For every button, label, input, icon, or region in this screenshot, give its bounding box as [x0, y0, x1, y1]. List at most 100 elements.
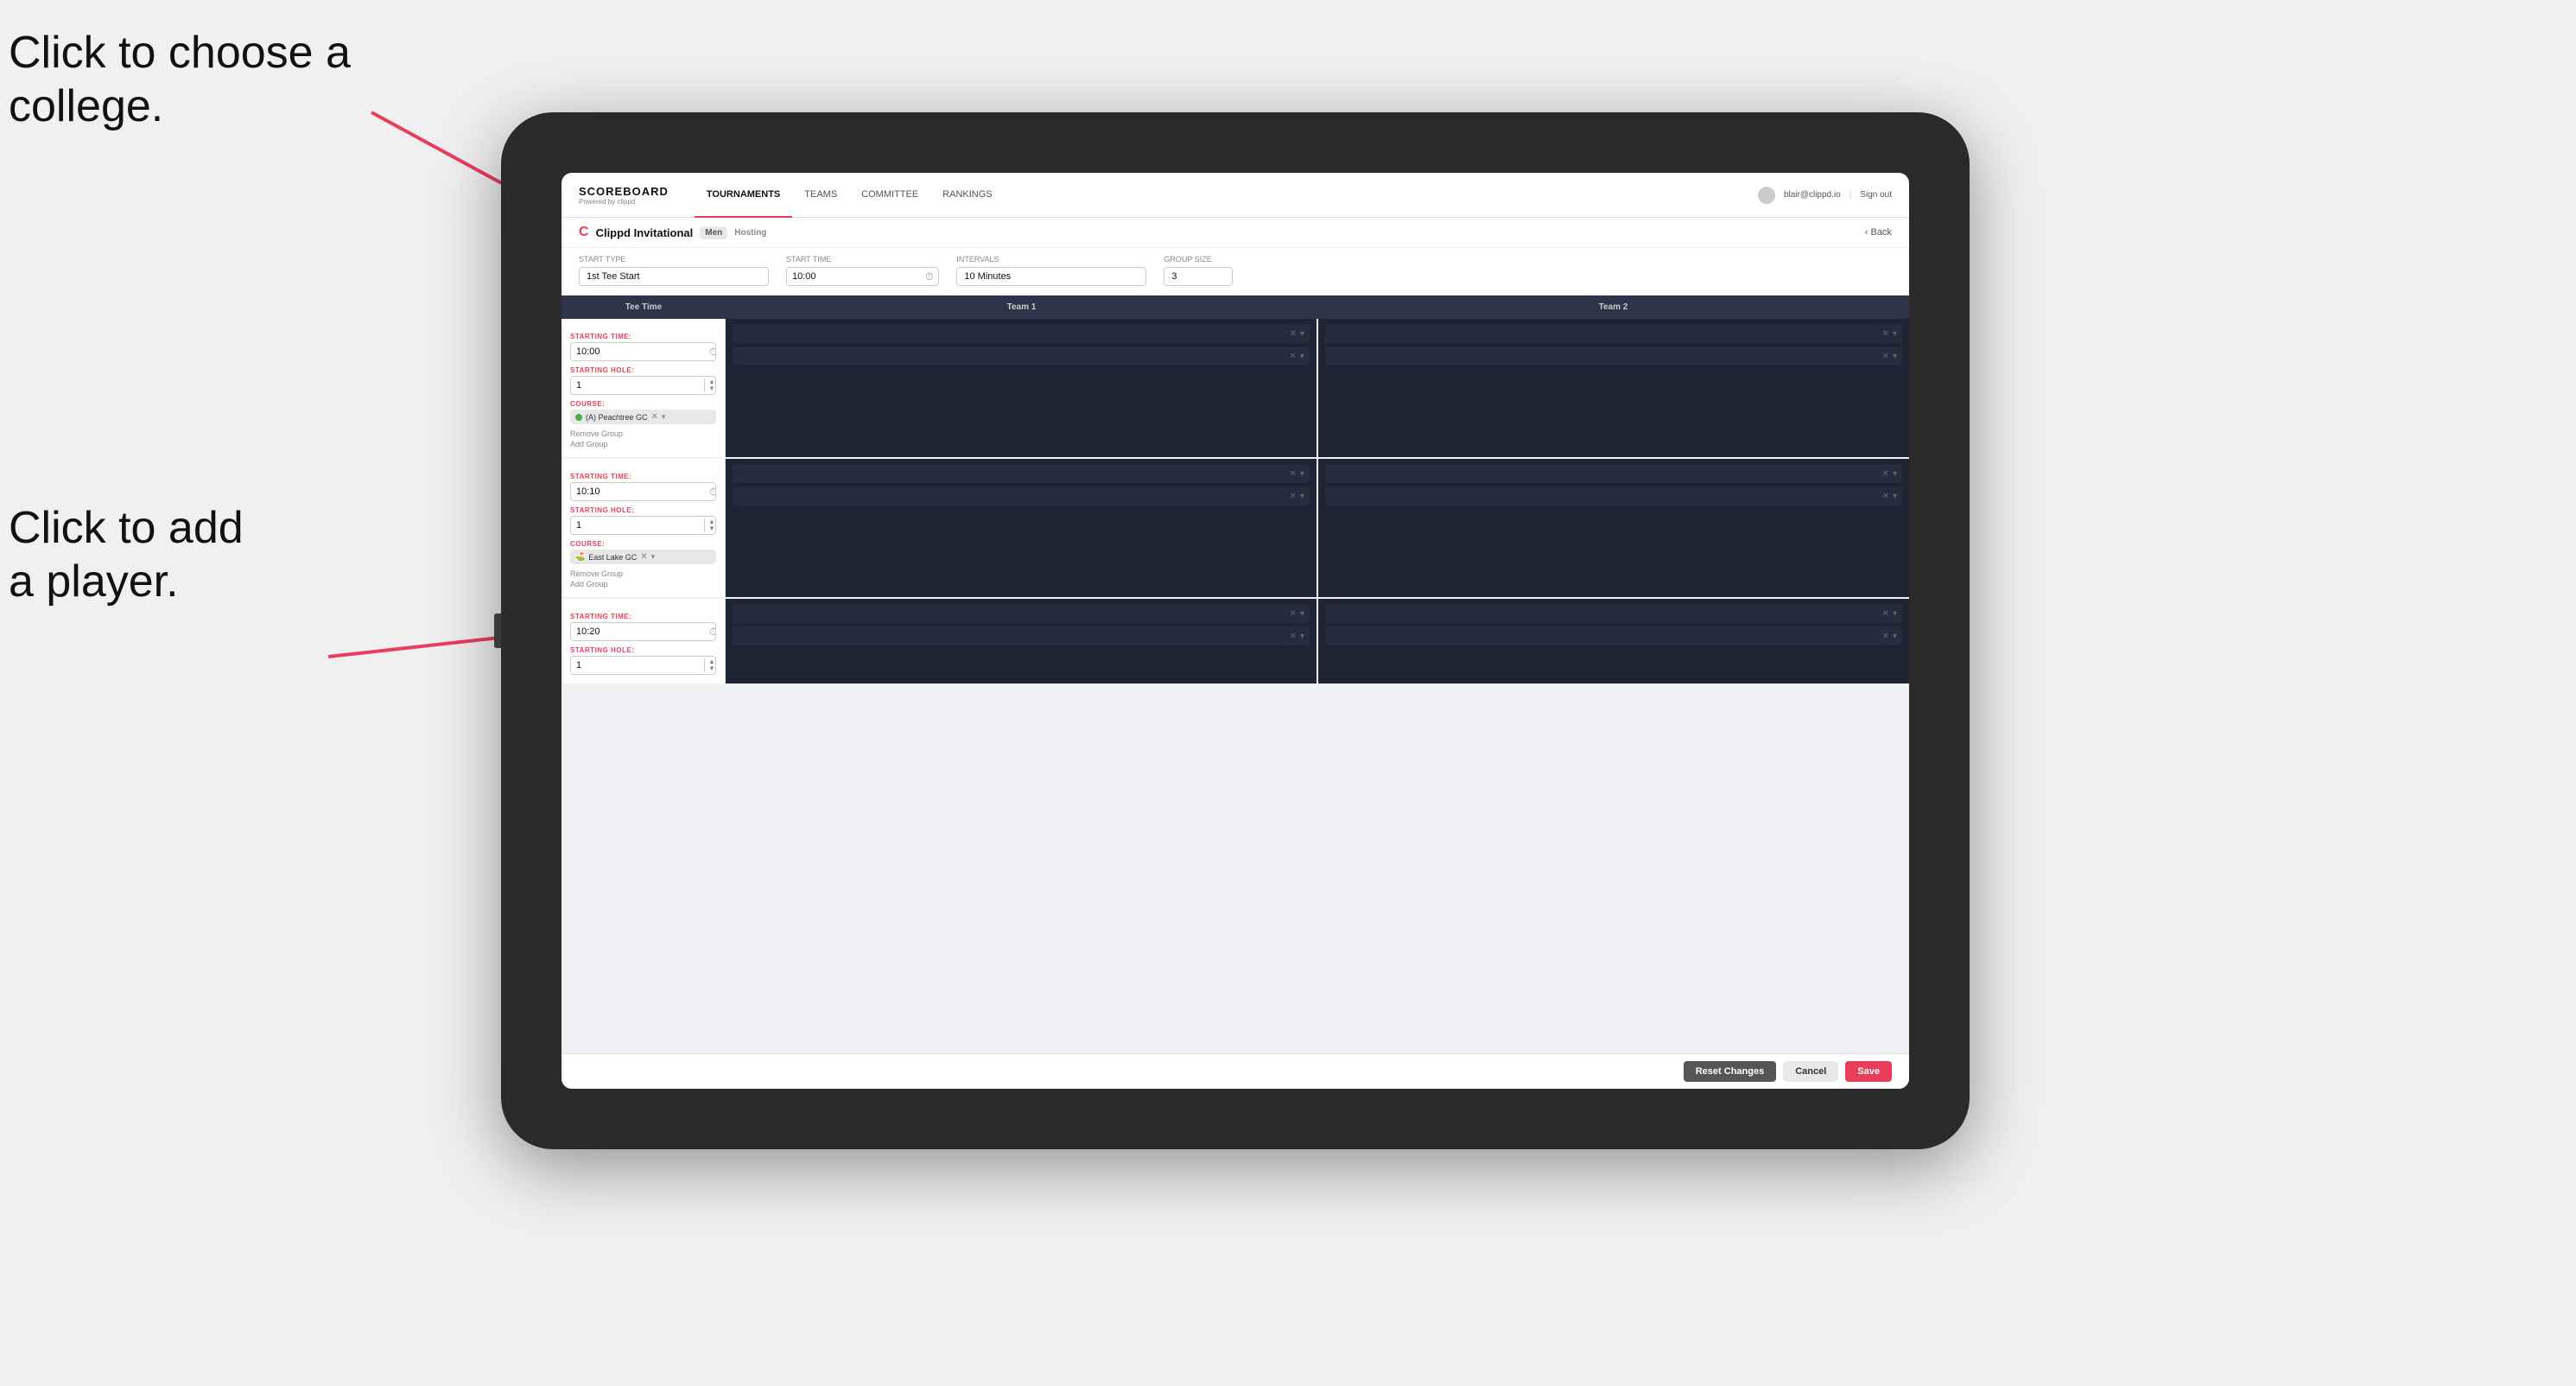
starting-hole-label-2: STARTING HOLE:: [570, 506, 716, 514]
group-1-time-field[interactable]: [571, 343, 704, 360]
group-1-teams-row: ✕ ▾ ✕ ▾ ✕ ▾: [726, 319, 1909, 457]
add-group-2[interactable]: Add Group: [570, 580, 716, 588]
group-2-team1: ✕ ▾ ✕ ▾: [726, 459, 1317, 597]
group-2-course-tag[interactable]: ⛳ East Lake GC ✕ ▾: [570, 550, 716, 564]
starting-hole-label-1: STARTING HOLE:: [570, 366, 716, 374]
slot-x-icon-4[interactable]: ✕: [1882, 352, 1889, 361]
group-1-team2-slot-1[interactable]: ✕ ▾: [1325, 324, 1902, 343]
starting-time-label-3: STARTING TIME:: [570, 613, 716, 620]
group-size-select[interactable]: 3 2 4: [1164, 267, 1233, 286]
group-1-teams: ✕ ▾ ✕ ▾ ✕ ▾: [726, 319, 1909, 457]
group-2-team2-slot-1[interactable]: ✕ ▾: [1325, 464, 1902, 483]
group-2-teams-row: ✕ ▾ ✕ ▾ ✕ ▾: [726, 459, 1909, 597]
add-group-1[interactable]: Add Group: [570, 440, 716, 448]
remove-group-1[interactable]: Remove Group: [570, 429, 716, 438]
group-2-hole-field[interactable]: [571, 517, 704, 534]
group-3-team1-slot-1[interactable]: ✕ ▾: [733, 604, 1310, 623]
group-2-time-field[interactable]: [571, 483, 704, 500]
tablet-device: SCOREBOARD Powered by clippd TOURNAMENTS…: [501, 112, 1970, 1149]
nav-teams[interactable]: TEAMS: [792, 173, 849, 218]
brand-logo: SCOREBOARD Powered by clippd: [579, 185, 669, 206]
group-3-time-input: ⏱: [570, 622, 716, 641]
col-team1: Team 1: [726, 296, 1317, 319]
group-1-team2-slot-2[interactable]: ✕ ▾: [1325, 346, 1902, 366]
group-2-teams: ✕ ▾ ✕ ▾ ✕ ▾: [726, 459, 1909, 597]
start-time-input[interactable]: [787, 268, 920, 285]
golf-icon-2: ⛳: [575, 552, 585, 562]
group-1-left-panel: STARTING TIME: ⏱ STARTING HOLE: ▲▼ COURS…: [562, 319, 726, 457]
course-name-2: East Lake GC: [588, 553, 637, 562]
start-type-select[interactable]: 1st Tee Start Shotgun Start: [579, 267, 769, 286]
group-1-team1-slot-2[interactable]: ✕ ▾: [733, 346, 1310, 366]
nav-user-area: blair@clippd.io | Sign out: [1758, 187, 1892, 204]
group-2-hole-input: ▲▼: [570, 516, 716, 535]
course-label-1: COURSE:: [570, 400, 716, 408]
starting-time-label-2: STARTING TIME:: [570, 473, 716, 480]
group-2-team1-slot-2[interactable]: ✕ ▾: [733, 486, 1310, 505]
group-3-hole-input: ▲▼: [570, 656, 716, 675]
group-2-actions: Remove Group Add Group: [570, 569, 716, 588]
hole-arrows-1: ▲▼: [704, 378, 716, 392]
group-size-label: Group Size: [1164, 255, 1233, 264]
start-time-label: Start Time: [786, 255, 939, 264]
group-2-left-panel: STARTING TIME: ⏱ STARTING HOLE: ▲▼ COURS…: [562, 459, 726, 597]
tournament-name: Clippd Invitational: [596, 226, 694, 239]
cancel-button[interactable]: Cancel: [1783, 1061, 1838, 1082]
slot-x-icon-3[interactable]: ✕: [1882, 329, 1889, 339]
group-2-team2-slot-2[interactable]: ✕ ▾: [1325, 486, 1902, 505]
save-button[interactable]: Save: [1845, 1061, 1892, 1082]
course-remove-1[interactable]: ✕: [651, 412, 658, 422]
group-3-team2-slot-1[interactable]: ✕ ▾: [1325, 604, 1902, 623]
start-type-control: Start Type 1st Tee Start Shotgun Start: [579, 255, 769, 286]
col-tee-time: Tee Time: [562, 296, 726, 319]
group-3-team1-slot-2[interactable]: ✕ ▾: [733, 626, 1310, 645]
back-button[interactable]: ‹ Back: [1865, 227, 1892, 238]
hosting-badge: Hosting: [734, 228, 766, 238]
annotation-choose-college: Click to choose a college.: [9, 26, 351, 134]
clock-icon: ⏱: [920, 270, 938, 283]
clippd-logo: C: [579, 225, 589, 240]
group-3-team2: ✕ ▾ ✕ ▾: [1318, 599, 1909, 683]
group-3-time-field[interactable]: [571, 623, 704, 640]
nav-tournaments[interactable]: TOURNAMENTS: [695, 173, 792, 218]
slot-arr-icon[interactable]: ▾: [1300, 329, 1304, 339]
group-1-time-input: ⏱: [570, 342, 716, 361]
slot-x-icon-2[interactable]: ✕: [1290, 352, 1297, 361]
nav-rankings[interactable]: RANKINGS: [930, 173, 1004, 218]
group-3-team2-slot-2[interactable]: ✕ ▾: [1325, 626, 1902, 645]
reset-button[interactable]: Reset Changes: [1684, 1061, 1776, 1082]
group-row-2: STARTING TIME: ⏱ STARTING HOLE: ▲▼ COURS…: [562, 459, 1909, 597]
course-remove-2[interactable]: ✕: [640, 552, 647, 562]
course-label-2: COURSE:: [570, 540, 716, 548]
group-2-team1-slot-1[interactable]: ✕ ▾: [733, 464, 1310, 483]
group-1-team1-slot-1[interactable]: ✕ ▾: [733, 324, 1310, 343]
slot-arr-icon-4[interactable]: ▾: [1893, 352, 1897, 361]
group-3-team1: ✕ ▾ ✕ ▾: [726, 599, 1317, 683]
slot-arr-icon-3[interactable]: ▾: [1893, 329, 1897, 339]
sign-out-link[interactable]: Sign out: [1860, 190, 1892, 200]
top-navigation: SCOREBOARD Powered by clippd TOURNAMENTS…: [562, 173, 1909, 218]
group-1-hole-field[interactable]: [571, 377, 704, 394]
group-2-team2: ✕ ▾ ✕ ▾: [1318, 459, 1909, 597]
group-3-teams: ✕ ▾ ✕ ▾ ✕ ▾: [726, 599, 1909, 683]
course-chevron-1[interactable]: ▾: [662, 412, 666, 422]
group-3-hole-field[interactable]: [571, 657, 704, 674]
course-chevron-2[interactable]: ▾: [651, 552, 656, 562]
group-1-course-tag[interactable]: (A) Peachtree GC ✕ ▾: [570, 410, 716, 424]
start-time-control: Start Time ⏱: [786, 255, 939, 286]
slot-x-icon[interactable]: ✕: [1290, 329, 1297, 339]
slot-arr-icon-2[interactable]: ▾: [1300, 352, 1304, 361]
course-dot-1: [575, 414, 582, 421]
remove-group-2[interactable]: Remove Group: [570, 569, 716, 578]
group-1-hole-input: ▲▼: [570, 376, 716, 395]
group-1-team2: ✕ ▾ ✕ ▾: [1318, 319, 1909, 457]
group-row-3: STARTING TIME: ⏱ STARTING HOLE: ▲▼: [562, 599, 1909, 683]
intervals-select[interactable]: 10 Minutes 8 Minutes 12 Minutes: [956, 267, 1146, 286]
starting-hole-label-3: STARTING HOLE:: [570, 646, 716, 654]
gender-badge: Men: [700, 226, 727, 239]
user-email: blair@clippd.io: [1784, 190, 1841, 200]
start-type-label: Start Type: [579, 255, 769, 264]
intervals-control: Intervals 10 Minutes 8 Minutes 12 Minute…: [956, 255, 1146, 286]
nav-committee[interactable]: COMMITTEE: [849, 173, 930, 218]
intervals-label: Intervals: [956, 255, 1146, 264]
